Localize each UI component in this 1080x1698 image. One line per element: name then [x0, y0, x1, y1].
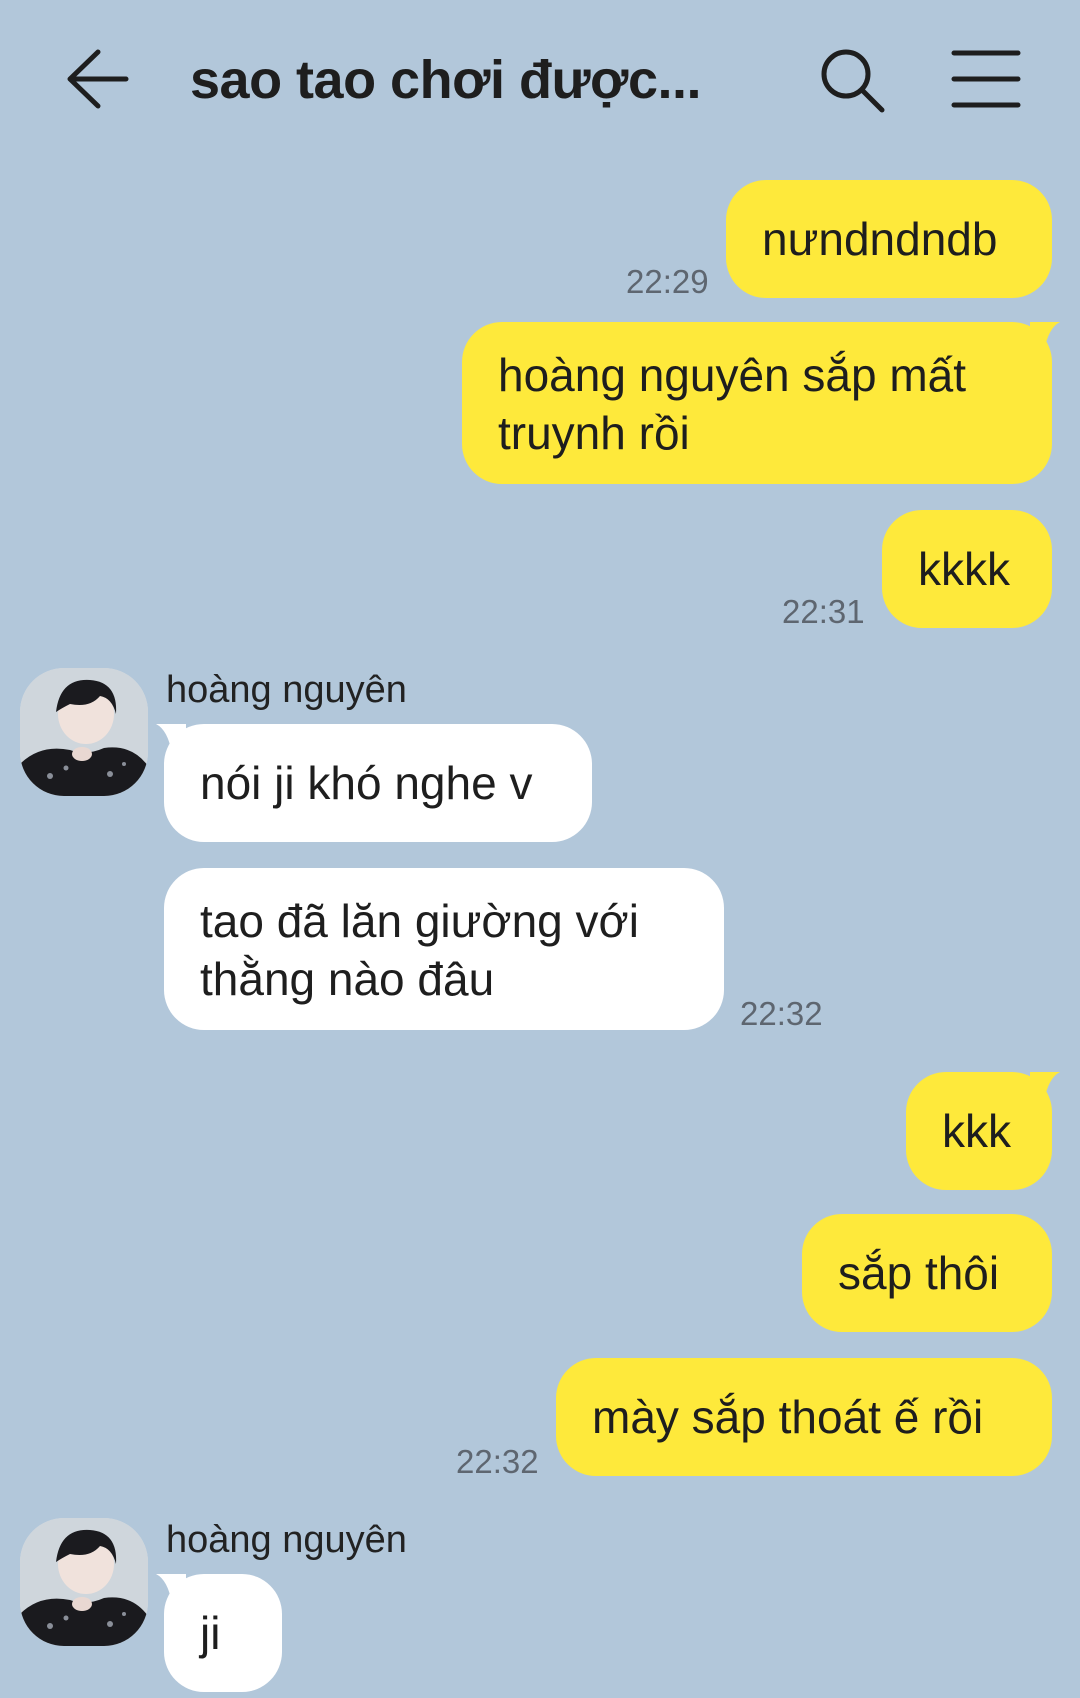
- message-text: sắp thôi: [838, 1247, 1000, 1299]
- back-button[interactable]: [62, 46, 132, 112]
- message-bubble-outgoing[interactable]: kkkk: [882, 510, 1052, 628]
- message-text: mày sắp thoát ế rồi: [592, 1391, 984, 1443]
- message-text: nói ji khó nghe v: [200, 757, 533, 809]
- bubble-tail: [156, 724, 186, 754]
- message-time: 22:32: [740, 995, 823, 1032]
- avatar[interactable]: [20, 668, 148, 796]
- bubble-tail: [1030, 322, 1060, 352]
- bubble-tail: [1030, 1072, 1060, 1102]
- message-text: kkkk: [918, 543, 1010, 595]
- message-bubble-incoming[interactable]: tao đã lăn giường với thằng nào đâu: [164, 868, 724, 1030]
- message-bubble-incoming[interactable]: nói ji khó nghe v: [164, 724, 592, 842]
- avatar-photo-icon: [20, 1518, 148, 1646]
- message-text: ji: [200, 1607, 221, 1659]
- search-icon: [821, 49, 885, 113]
- message-text-line: tao đã lăn giường với: [200, 895, 639, 947]
- sender-name: hoàng nguyên: [166, 669, 407, 711]
- search-button[interactable]: [818, 46, 888, 116]
- hamburger-menu-icon: [951, 50, 1021, 108]
- message-time: 22:32: [456, 1443, 539, 1480]
- avatar[interactable]: [20, 1518, 148, 1646]
- message-bubble-outgoing[interactable]: nưndndndb: [726, 180, 1052, 298]
- bubble-tail: [156, 1574, 186, 1604]
- chat-header: sao tao chơi được...: [0, 0, 1080, 160]
- arrow-left-icon: [67, 49, 129, 109]
- message-time: 22:29: [626, 263, 709, 300]
- message-text-line: hoàng nguyên sắp mất: [498, 349, 967, 401]
- message-bubble-outgoing[interactable]: mày sắp thoát ế rồi: [556, 1358, 1052, 1476]
- message-text: kkk: [942, 1105, 1011, 1157]
- message-bubble-outgoing[interactable]: sắp thôi: [802, 1214, 1052, 1332]
- chat-title: sao tao chơi được...: [190, 50, 702, 110]
- message-text-line: thằng nào đâu: [200, 953, 495, 1005]
- sender-name: hoàng nguyên: [166, 1519, 407, 1561]
- message-text-line: truynh rồi: [498, 407, 690, 459]
- message-bubble-outgoing[interactable]: hoàng nguyên sắp mất truynh rồi: [462, 322, 1052, 484]
- message-text: nưndndndb: [762, 213, 998, 265]
- avatar-photo-icon: [20, 668, 148, 796]
- message-time: 22:31: [782, 593, 865, 630]
- menu-button[interactable]: [950, 48, 1022, 110]
